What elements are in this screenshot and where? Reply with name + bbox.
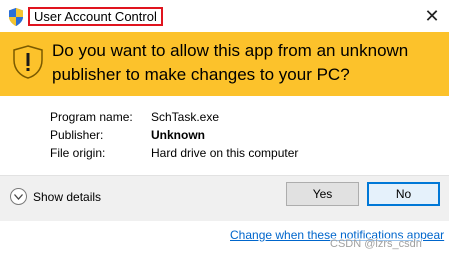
detail-label: Publisher: <box>50 128 104 142</box>
detail-row-publisher: Publisher: Unknown <box>50 126 298 144</box>
detail-label: File origin: <box>50 146 106 160</box>
detail-value: SchTask.exe <box>151 110 220 124</box>
detail-value: Unknown <box>151 128 205 142</box>
warning-banner: Do you want to allow this app from an un… <box>0 32 449 96</box>
no-button[interactable]: No <box>367 182 440 206</box>
shield-icon <box>9 8 23 26</box>
close-button[interactable]: ✕ <box>415 0 449 32</box>
close-icon: ✕ <box>424 5 440 26</box>
show-details-toggle[interactable]: Show details <box>10 188 101 205</box>
detail-row-file-origin: File origin: Hard drive on this computer <box>50 144 298 162</box>
bottom-area: Change when these notifications appear C… <box>0 221 449 258</box>
detail-label: Program name: <box>50 110 133 124</box>
watermark: CSDN @lzrs_csdn <box>330 238 422 250</box>
uac-question: Do you want to allow this app from an un… <box>52 41 409 84</box>
detail-row-program-name: Program name: SchTask.exe <box>50 108 298 126</box>
title-bar: User Account Control ✕ <box>0 0 449 32</box>
window-title: User Account Control <box>28 7 163 26</box>
chevron-down-icon <box>10 188 27 205</box>
detail-value: Hard drive on this computer <box>151 146 299 160</box>
warning-shield-icon <box>13 45 43 79</box>
show-details-label: Show details <box>33 189 102 204</box>
yes-button[interactable]: Yes <box>286 182 359 206</box>
program-details: Program name: SchTask.exe Publisher: Unk… <box>50 108 298 162</box>
dialog-footer: Show details Yes No <box>0 175 449 221</box>
